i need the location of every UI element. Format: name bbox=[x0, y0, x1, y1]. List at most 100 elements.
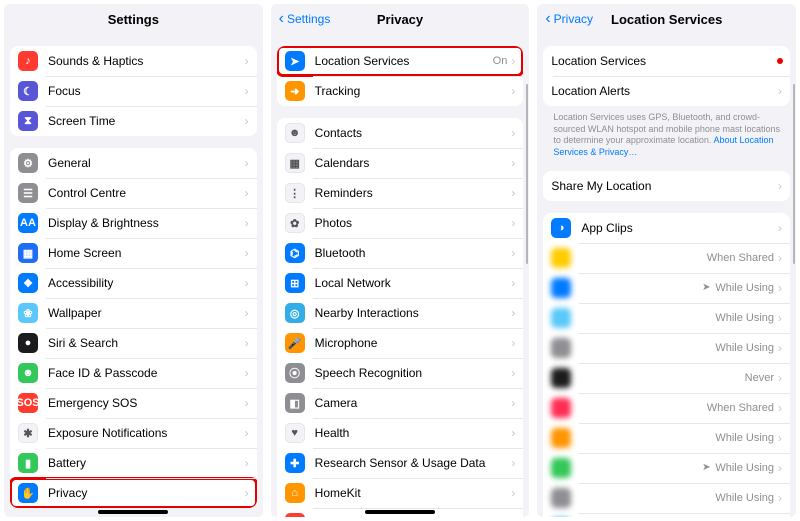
location-services-toggle-row[interactable]: Location Services bbox=[543, 46, 790, 76]
list-row[interactable]: While Using› bbox=[543, 513, 790, 517]
chevron-right-icon: › bbox=[245, 85, 249, 97]
●-icon: ● bbox=[18, 333, 38, 353]
list-row[interactable]: ▦Home Screen› bbox=[10, 238, 257, 268]
location-apps-group: ◑App Clips›When Shared›➤While Using›Whil… bbox=[543, 213, 790, 517]
list-row[interactable]: When Shared› bbox=[543, 393, 790, 423]
list-row[interactable]: ⋮Reminders› bbox=[277, 178, 524, 208]
list-row[interactable]: SOSEmergency SOS› bbox=[10, 388, 257, 418]
location-services-screen: ‹ Privacy Location Services Location Ser… bbox=[537, 4, 796, 517]
list-row[interactable]: 🎤Microphone› bbox=[277, 328, 524, 358]
⌂-icon: ⌂ bbox=[285, 483, 305, 503]
highlight-box bbox=[778, 59, 782, 63]
▦-icon: ▦ bbox=[285, 153, 305, 173]
share-my-location-row[interactable]: Share My Location › bbox=[543, 171, 790, 201]
scrollbar[interactable] bbox=[793, 84, 795, 264]
list-row[interactable]: ✿Photos› bbox=[277, 208, 524, 238]
list-row[interactable]: ◧Camera› bbox=[277, 388, 524, 418]
chevron-right-icon: › bbox=[511, 55, 515, 67]
row-label: Location Alerts bbox=[551, 84, 778, 98]
chevron-right-icon: › bbox=[245, 157, 249, 169]
chevron-right-icon: › bbox=[511, 277, 515, 289]
row-label: Screen Time bbox=[48, 114, 245, 128]
chevron-right-icon: › bbox=[778, 252, 782, 264]
list-row[interactable]: While Using› bbox=[543, 333, 790, 363]
row-value: While Using bbox=[715, 282, 774, 294]
chevron-right-icon: › bbox=[511, 397, 515, 409]
♥-icon: ♥ bbox=[285, 423, 305, 443]
icon bbox=[551, 368, 571, 388]
list-row[interactable]: ✱Exposure Notifications› bbox=[10, 418, 257, 448]
list-row[interactable]: When Shared› bbox=[543, 243, 790, 273]
list-row[interactable]: ✋Privacy› bbox=[10, 478, 257, 508]
list-row[interactable]: ✚Research Sensor & Usage Data› bbox=[277, 448, 524, 478]
list-row[interactable]: ☾ Focus› bbox=[10, 76, 257, 106]
back-label: Privacy bbox=[554, 12, 593, 26]
list-row[interactable]: ♥Health› bbox=[277, 418, 524, 448]
list-row[interactable]: AADisplay & Brightness› bbox=[10, 208, 257, 238]
list-row[interactable]: ⌬Bluetooth› bbox=[277, 238, 524, 268]
row-label: Focus bbox=[48, 84, 245, 98]
☻-icon: ☻ bbox=[285, 123, 305, 143]
list-row[interactable]: Never› bbox=[543, 363, 790, 393]
list-row[interactable]: ➜Tracking› bbox=[277, 76, 524, 106]
row-label: Local Network bbox=[315, 276, 512, 290]
chevron-right-icon: › bbox=[511, 157, 515, 169]
list-row[interactable]: While Using› bbox=[543, 303, 790, 333]
list-row[interactable]: ☰Control Centre› bbox=[10, 178, 257, 208]
settings-group-1: ♪ Sounds & Haptics ›☾ Focus›⧗Screen Time› bbox=[10, 46, 257, 136]
list-row[interactable]: ⧗Screen Time› bbox=[10, 106, 257, 136]
row-label: Share My Location bbox=[551, 179, 778, 193]
list-row[interactable]: While Using› bbox=[543, 483, 790, 513]
chevron-right-icon: › bbox=[245, 217, 249, 229]
location-footer-text: Location Services uses GPS, Bluetooth, a… bbox=[543, 106, 790, 159]
back-button[interactable]: ‹ Settings bbox=[279, 4, 331, 34]
list-row[interactable]: While Using› bbox=[543, 423, 790, 453]
list-row[interactable]: ➤While Using› bbox=[543, 453, 790, 483]
toggle-label: Location Services bbox=[551, 54, 778, 68]
row-label: Control Centre bbox=[48, 186, 245, 200]
icon bbox=[551, 338, 571, 358]
row-label: Research Sensor & Usage Data bbox=[315, 456, 512, 470]
row-label: Speech Recognition bbox=[315, 366, 512, 380]
➤-icon: ➤ bbox=[285, 51, 305, 71]
list-row[interactable]: ◎Nearby Interactions› bbox=[277, 298, 524, 328]
chevron-right-icon: › bbox=[511, 187, 515, 199]
row-label: Sounds & Haptics bbox=[48, 54, 245, 68]
list-row[interactable]: ◑App Clips› bbox=[543, 213, 790, 243]
chevron-right-icon: › bbox=[511, 337, 515, 349]
list-row[interactable]: ⌂HomeKit› bbox=[277, 478, 524, 508]
chevron-right-icon: › bbox=[245, 367, 249, 379]
list-row[interactable]: ❀Wallpaper› bbox=[10, 298, 257, 328]
back-button[interactable]: ‹ Privacy bbox=[545, 4, 593, 34]
privacy-group-2: ☻Contacts›▦Calendars›⋮Reminders›✿Photos›… bbox=[277, 118, 524, 517]
list-row[interactable]: ☻Face ID & Passcode› bbox=[10, 358, 257, 388]
row-value: While Using bbox=[715, 342, 774, 354]
list-row[interactable]: ⚙General› bbox=[10, 148, 257, 178]
list-row[interactable]: ⊞Local Network› bbox=[277, 268, 524, 298]
privacy-content: ➤Location ServicesOn›➜Tracking› ☻Contact… bbox=[271, 34, 530, 517]
chevron-right-icon: › bbox=[245, 187, 249, 199]
list-row[interactable]: ❖Accessibility› bbox=[10, 268, 257, 298]
⦿-icon: ⦿ bbox=[285, 363, 305, 383]
list-row[interactable]: ♪Sounds & Haptics› bbox=[10, 46, 257, 76]
chevron-right-icon: › bbox=[778, 222, 782, 234]
list-row[interactable]: ☻Contacts› bbox=[277, 118, 524, 148]
list-row[interactable]: ➤Location ServicesOn› bbox=[277, 46, 524, 76]
row-label: Face ID & Passcode bbox=[48, 366, 245, 380]
list-row[interactable]: ⦿Speech Recognition› bbox=[277, 358, 524, 388]
home-indicator[interactable] bbox=[365, 510, 435, 514]
✱-icon: ✱ bbox=[18, 423, 38, 443]
list-row[interactable]: ➤While Using› bbox=[543, 273, 790, 303]
page-title: Settings bbox=[108, 12, 159, 27]
location-alerts-row[interactable]: Location Alerts › bbox=[543, 76, 790, 106]
home-indicator[interactable] bbox=[98, 510, 168, 514]
♪-icon: ♪ bbox=[18, 51, 38, 71]
☾-icon: ☾ bbox=[18, 81, 38, 101]
chevron-left-icon: ‹ bbox=[545, 11, 550, 27]
list-row[interactable]: ▦Calendars› bbox=[277, 148, 524, 178]
list-row[interactable]: ●Siri & Search› bbox=[10, 328, 257, 358]
list-row[interactable]: ▮Battery› bbox=[10, 448, 257, 478]
⚙-icon: ⚙ bbox=[18, 153, 38, 173]
chevron-right-icon: › bbox=[511, 127, 515, 139]
row-value: On bbox=[493, 55, 508, 67]
